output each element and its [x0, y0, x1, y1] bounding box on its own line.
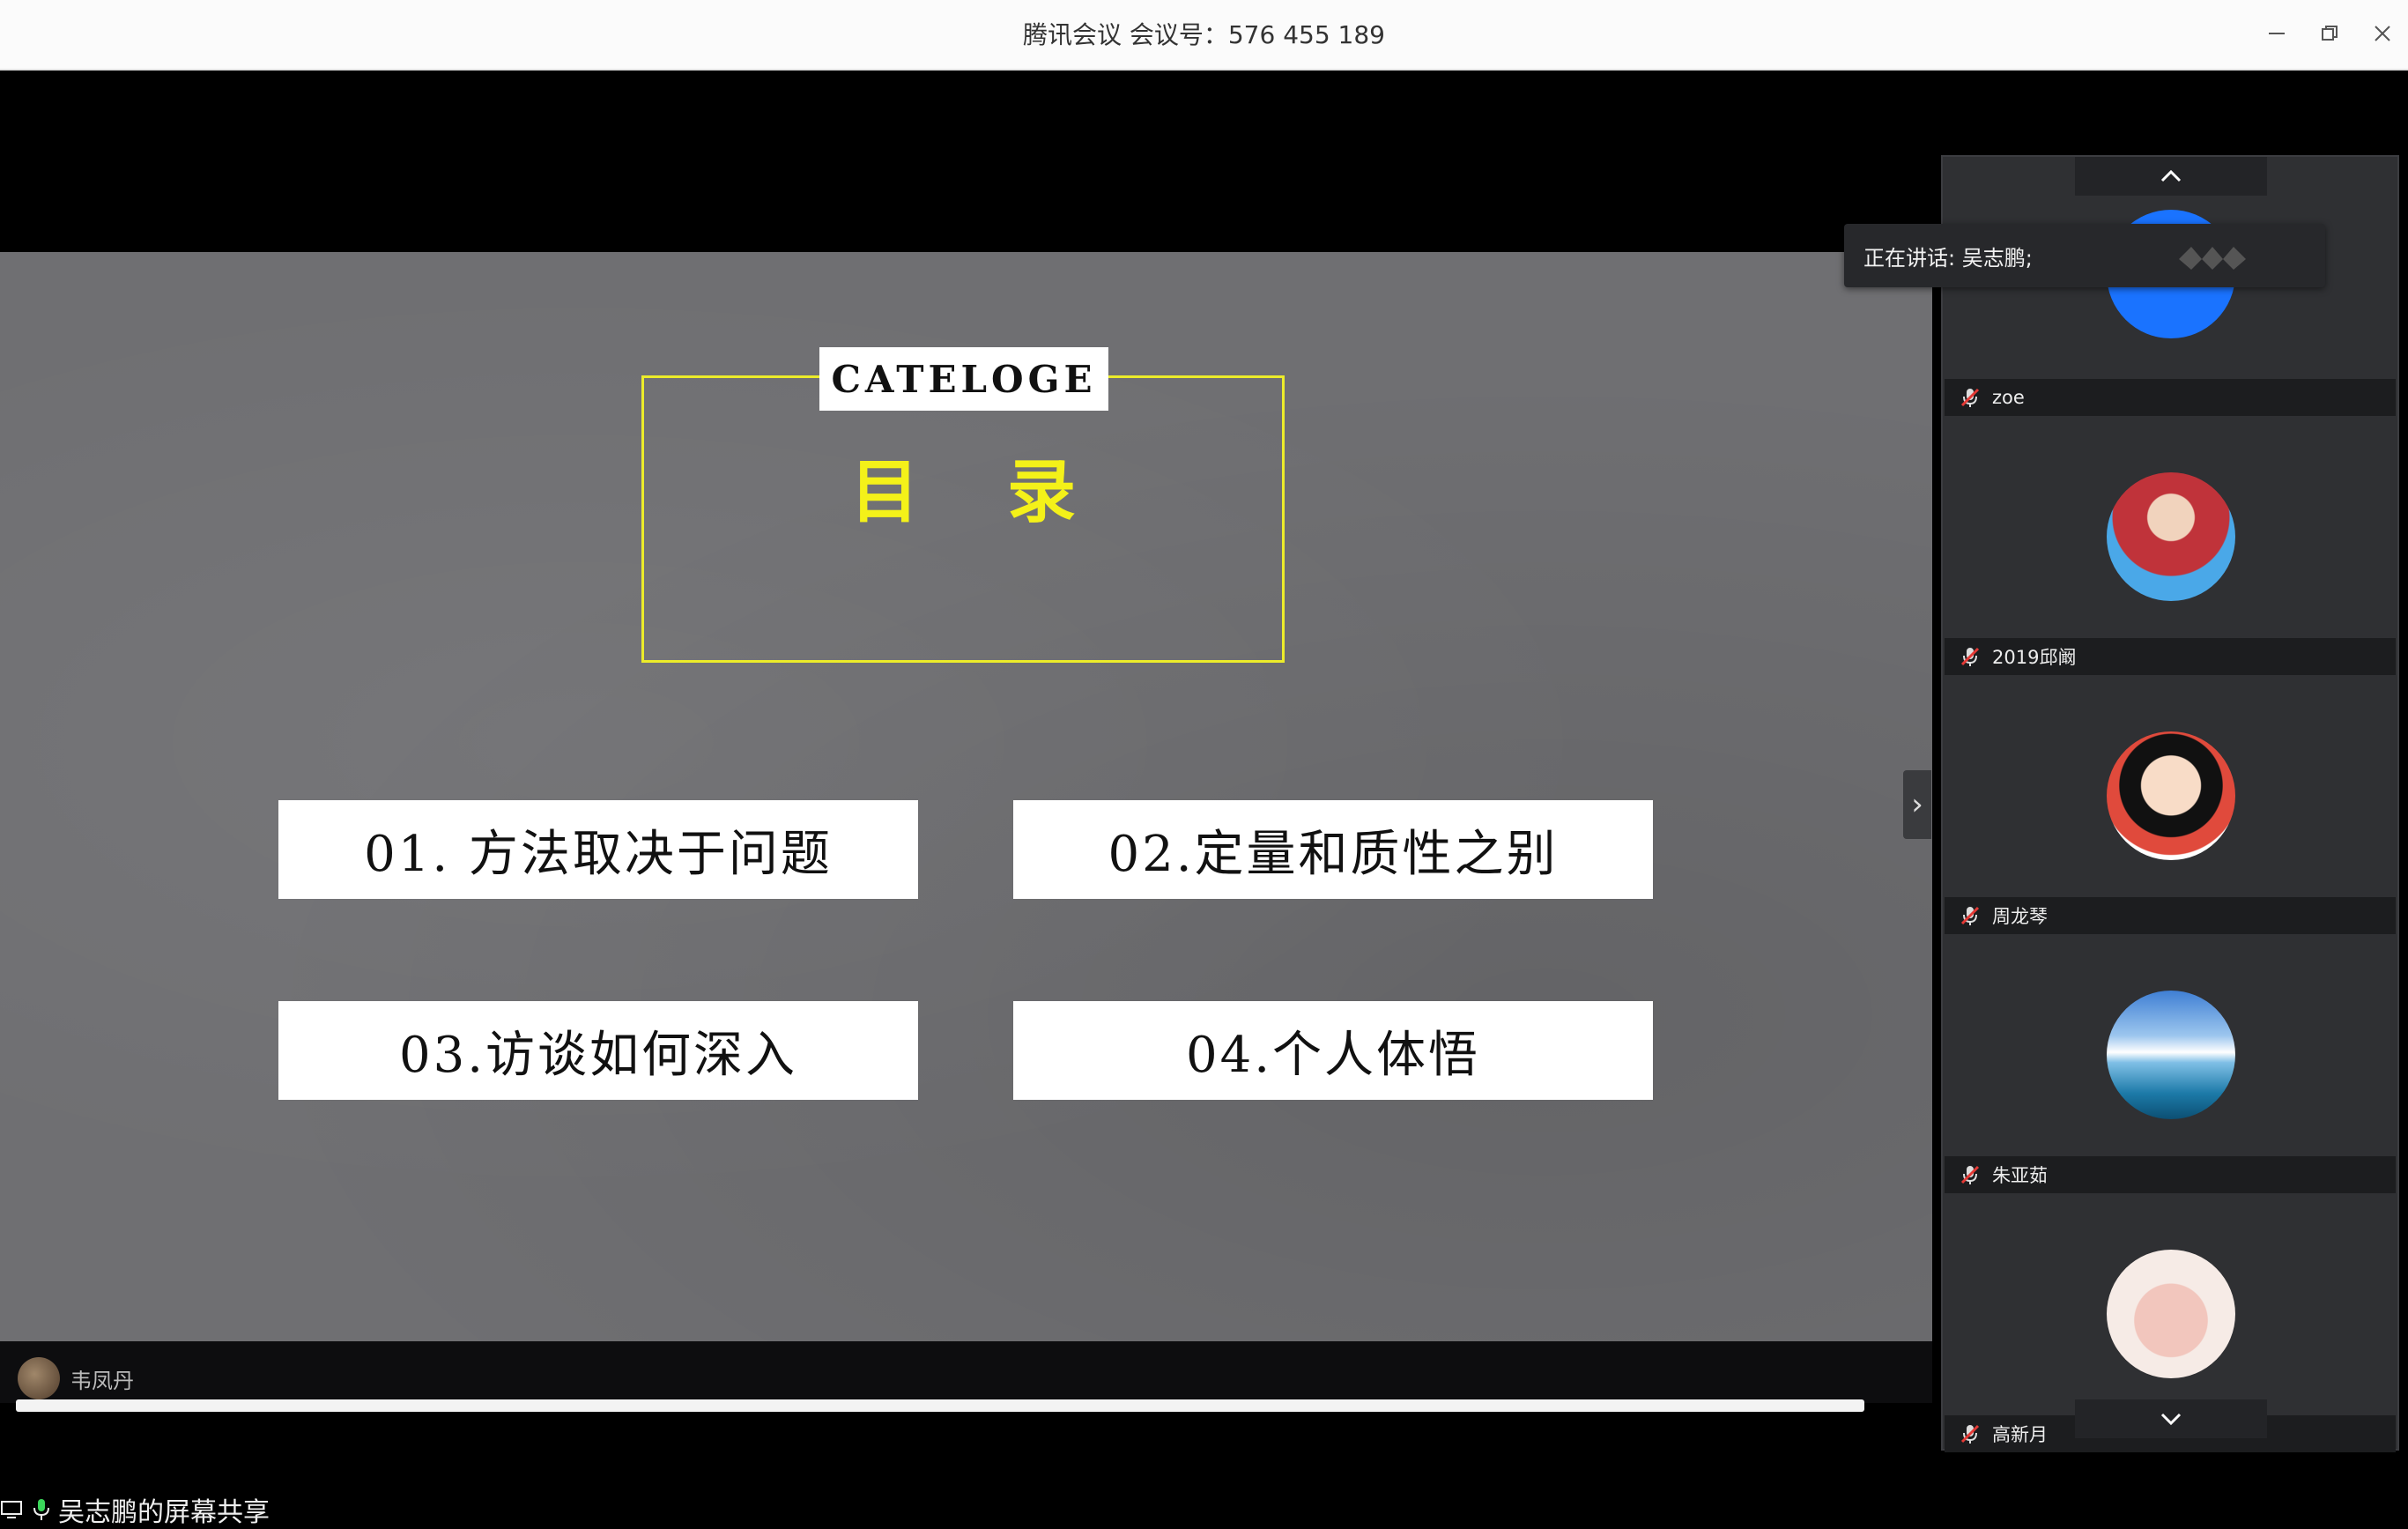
- avatar: [2107, 472, 2235, 601]
- avatar: [2107, 991, 2235, 1119]
- participant-tile[interactable]: 2019邱阚: [1945, 416, 2396, 675]
- catalog-item-4: 04.个人体悟: [1013, 1001, 1653, 1100]
- speaking-banner: 正在讲话: 吴志鹏;: [1844, 224, 2325, 287]
- avatar: [2107, 1250, 2235, 1378]
- mic-muted-icon: [1960, 1424, 1980, 1444]
- mic-muted-icon: [1960, 906, 1980, 925]
- screen-share-label: 吴志鹏的屏幕共享: [0, 1493, 270, 1528]
- mic-icon: [33, 1499, 49, 1520]
- window-title: 腾讯会议 会议号：576 455 189: [1022, 20, 1386, 49]
- catalog-item-3: 03.访谈如何深入: [278, 1001, 918, 1100]
- catalog-item-1: 01. 方法取决于问题: [278, 800, 918, 899]
- mic-muted-icon: [1960, 388, 1980, 407]
- presenter-tag: 韦凤丹: [18, 1357, 134, 1399]
- scroll-down-button[interactable]: [2075, 1399, 2267, 1438]
- expand-panel-button[interactable]: ›: [1903, 770, 1931, 839]
- participant-name: 2019邱阚: [1992, 647, 2077, 668]
- shared-slide: CATELOGE 目录 01. 方法取决于问题 02.定量和质性之别 03.访谈…: [0, 252, 1932, 1341]
- participant-name-bar: 朱亚茹: [1945, 1156, 2396, 1193]
- presenter-toolbar-strip: [16, 1399, 1864, 1412]
- minimize-icon[interactable]: [2256, 12, 2298, 55]
- catalog-heading-cn: 目录: [849, 452, 1164, 532]
- screen-icon: [1, 1501, 22, 1518]
- participant-name: 高新月: [1992, 1424, 2048, 1445]
- mic-muted-icon: [1960, 647, 1980, 666]
- participant-panel: zoe 2019邱阚 周龙琴 朱亚茹 高新月: [1941, 155, 2399, 1452]
- restore-icon[interactable]: [2308, 12, 2351, 55]
- chevron-right-icon: ›: [1911, 787, 1923, 822]
- participant-tile[interactable]: 周龙琴: [1945, 675, 2396, 934]
- catalog-heading-en: CATELOGE: [819, 347, 1108, 411]
- presenter-name: 韦凤丹: [70, 1368, 134, 1393]
- avatar: [2107, 731, 2235, 860]
- screen-share-text: 吴志鹏的屏幕共享: [58, 1497, 270, 1528]
- participant-name: 朱亚茹: [1992, 1165, 2048, 1186]
- participant-name-bar: 2019邱阚: [1945, 638, 2396, 675]
- participant-name-bar: 周龙琴: [1945, 897, 2396, 934]
- participant-name: zoe: [1992, 387, 2025, 408]
- catalog-item-2: 02.定量和质性之别: [1013, 800, 1653, 899]
- participant-tile[interactable]: 朱亚茹: [1945, 934, 2396, 1193]
- participant-name-bar: zoe: [1945, 379, 2396, 416]
- participant-name: 周龙琴: [1992, 906, 2048, 927]
- sound-wave-icon: [2179, 247, 2246, 270]
- mic-muted-icon: [1960, 1165, 1980, 1184]
- title-bar: 腾讯会议 会议号：576 455 189: [0, 0, 2408, 71]
- close-icon[interactable]: [2361, 12, 2404, 55]
- chevron-down-icon: [2160, 1413, 2182, 1426]
- speaking-label: 正在讲话: 吴志鹏;: [1863, 245, 2033, 271]
- avatar: [18, 1357, 60, 1399]
- presenter-strip: [0, 1341, 1932, 1403]
